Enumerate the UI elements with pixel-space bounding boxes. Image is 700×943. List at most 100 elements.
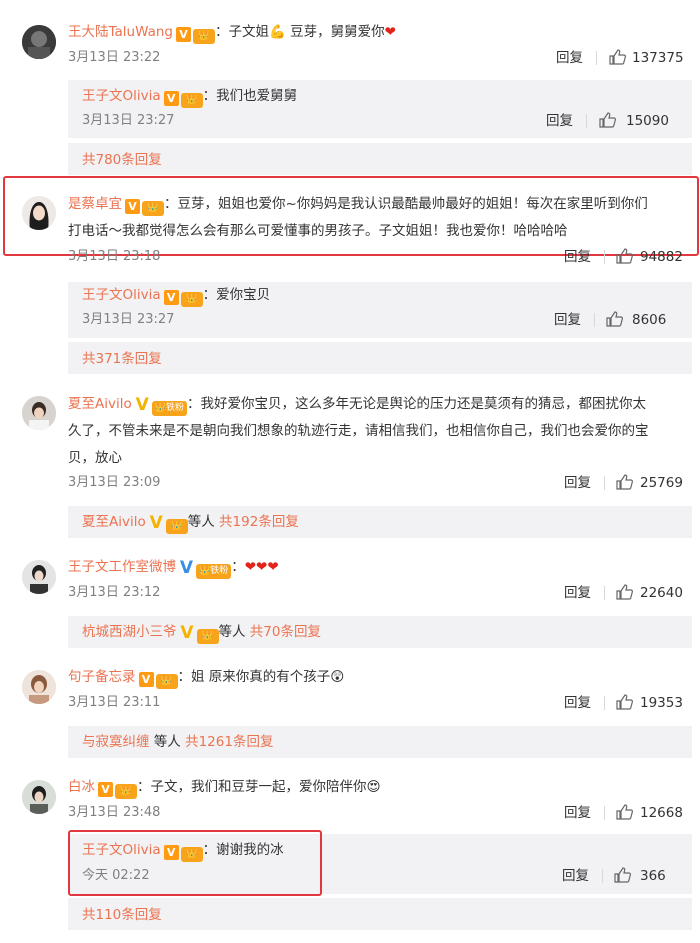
like-count: 137375 — [632, 50, 684, 66]
verified-v-icon: V — [163, 290, 179, 305]
sub-reply-line: 王子文Olivia V 👑 ：我们也爱舅舅 — [82, 86, 297, 108]
reply-button[interactable]: 回复 — [564, 694, 591, 712]
crown-badge-icon: 👑 — [192, 29, 215, 44]
divider — [586, 114, 587, 128]
comment-text: ：豆芽，姐姐也爱你~你妈妈是我认识最酷最帅最好的姐姐！每次在家里听到你们 — [164, 196, 648, 212]
thumbs-up-icon[interactable] — [616, 474, 633, 490]
others-label: 等人 — [218, 624, 246, 640]
sub-reply-text: ：谢谢我的冰 — [202, 842, 284, 858]
reply-button[interactable]: 回复 — [564, 248, 591, 266]
comment-text: ：姐 原来你真的有个孩子 — [177, 669, 331, 685]
more-replies-link[interactable]: 共192条回复 — [219, 514, 299, 530]
highlight-box — [3, 176, 699, 256]
fan-badge-label: 铁粉 — [210, 566, 229, 576]
verified-v-icon: V — [125, 199, 140, 214]
avatar[interactable] — [22, 670, 56, 704]
comment-text: ：子文，我们和豆芽一起，爱你陪伴你 — [137, 779, 367, 795]
more-replies-row: 与寂寞纠缠 等人 共1261条回复 — [82, 732, 273, 752]
crown-badge-icon: 👑 — [115, 784, 137, 799]
divider — [602, 869, 603, 883]
reply-button[interactable]: 回复 — [562, 867, 589, 885]
like-count: 366 — [640, 868, 666, 884]
more-replies-link[interactable]: 共110条回复 — [82, 906, 162, 924]
comment-line: 句子备忘录 V 👑 ：姐 原来你真的有个孩子😲 — [68, 667, 344, 689]
crown-badge-icon: 👑 — [180, 292, 203, 307]
avatar[interactable] — [22, 25, 56, 59]
crown-badge-icon: 👑 — [180, 847, 203, 862]
reply-button[interactable]: 回复 — [564, 804, 591, 822]
fan-badge-label: 铁粉 — [165, 403, 184, 413]
comment-text: ： — [231, 559, 245, 575]
comment-text-line-3: 贝，放心 — [68, 450, 122, 466]
like-count: 22640 — [640, 585, 683, 601]
crown-badge-icon: 👑 — [180, 93, 203, 108]
sub-reply-time: 3月13日 23:27 — [82, 312, 175, 327]
comment-line: 白冰 V 👑 ：子文，我们和豆芽一起，爱你陪伴你😍 — [68, 777, 381, 799]
like-count: 19353 — [640, 695, 683, 711]
comment-time: 3月13日 23:09 — [68, 475, 161, 490]
thumbs-up-icon[interactable] — [599, 112, 616, 128]
divider — [594, 313, 595, 327]
thumbs-up-icon[interactable] — [616, 248, 633, 264]
username[interactable]: 白冰 — [68, 779, 95, 795]
more-replies-link[interactable]: 共371条回复 — [82, 350, 162, 368]
fan-badge-icon: 👑铁粉 — [151, 401, 187, 416]
comment-text-line-2: 久了，不管未来是不是朝向我们想象的轨迹行走，请相信我们，也相信你自己，我们也会爱… — [68, 423, 649, 439]
reply-button[interactable]: 回复 — [564, 584, 591, 602]
divider — [604, 586, 605, 600]
thumbs-up-icon[interactable] — [616, 804, 633, 820]
thumbs-up-icon[interactable] — [609, 49, 626, 65]
more-replies-link[interactable]: 共70条回复 — [250, 624, 321, 640]
verified-v-icon: V — [138, 672, 154, 687]
more-replies-link[interactable]: 共1261条回复 — [185, 734, 273, 750]
thumbs-up-icon[interactable] — [616, 584, 633, 600]
comment-line: 王子文工作室微博 V 👑铁粉 ：❤❤❤ — [68, 557, 279, 579]
divider — [604, 806, 605, 820]
avatar[interactable] — [22, 560, 56, 594]
avatar[interactable] — [22, 780, 56, 814]
reply-button[interactable]: 回复 — [546, 112, 573, 130]
verified-v-icon: V — [175, 27, 191, 42]
crown-badge-icon: 👑 — [142, 201, 164, 216]
avatar[interactable] — [22, 196, 56, 230]
thumbs-up-icon[interactable] — [614, 867, 631, 883]
reply-button[interactable]: 回复 — [554, 311, 581, 329]
reply-username[interactable]: 与寂寞纠缠 — [82, 734, 150, 750]
username[interactable]: 王子文工作室微博 — [68, 559, 176, 575]
sub-reply-time: 今天 02:22 — [82, 868, 150, 883]
sub-username[interactable]: 王子文Olivia — [82, 88, 161, 104]
username[interactable]: 是蔡卓宜 — [68, 196, 122, 212]
like-count: 25769 — [640, 475, 683, 491]
comment-line: 夏至Aivilo V 👑铁粉 ：我好爱你宝贝，这么多年无论是舆论的压力还是莫须有的猜忌… — [68, 394, 646, 416]
reply-username[interactable]: 夏至Aivilo — [82, 514, 146, 530]
sub-username[interactable]: 王子文Olivia — [82, 842, 161, 858]
divider — [596, 51, 597, 65]
others-label: 等人 — [187, 514, 215, 530]
thumbs-up-icon[interactable] — [616, 694, 633, 710]
more-replies-row: 夏至Aivilo V 👑 等人 共192条回复 — [82, 512, 299, 534]
verified-v-icon: V — [179, 558, 194, 578]
sub-reply-text: ：我们也爱舅舅 — [202, 88, 298, 104]
more-replies-row: 杭城西湖小三爷 V 👑 等人 共70条回复 — [82, 622, 321, 644]
sub-username[interactable]: 王子文Olivia — [82, 287, 161, 303]
comment-time: 3月13日 23:22 — [68, 50, 161, 65]
username[interactable]: 王大陆TaluWang — [68, 24, 173, 40]
comment-text-line-2: 打电话～我都觉得怎么会有那么可爱懂事的男孩子。子文姐姐！我也爱你！哈哈哈哈 — [68, 223, 568, 239]
crown-badge-icon: 👑 — [155, 674, 178, 689]
more-replies-link[interactable]: 共780条回复 — [82, 151, 162, 169]
reply-button[interactable]: 回复 — [564, 474, 591, 492]
verified-v-icon: V — [180, 623, 194, 643]
avatar[interactable] — [22, 396, 56, 430]
sub-reply-line: 王子文Olivia V 👑 ：谢谢我的冰 — [82, 840, 284, 862]
verified-v-icon: V — [98, 782, 113, 797]
thumbs-up-icon[interactable] — [606, 311, 623, 327]
reply-username[interactable]: 杭城西湖小三爷 — [82, 624, 177, 640]
divider — [604, 476, 605, 490]
reply-button[interactable]: 回复 — [556, 49, 583, 67]
username[interactable]: 句子备忘录 — [68, 669, 136, 685]
comment-line: 是蔡卓宜 V 👑 ：豆芽，姐姐也爱你~你妈妈是我认识最酷最帅最好的姐姐！每次在家里听到… — [68, 194, 648, 216]
username[interactable]: 夏至Aivilo — [68, 396, 132, 412]
fan-badge-icon: 👑铁粉 — [196, 564, 232, 579]
divider — [604, 250, 605, 264]
verified-v-icon: V — [163, 91, 179, 106]
